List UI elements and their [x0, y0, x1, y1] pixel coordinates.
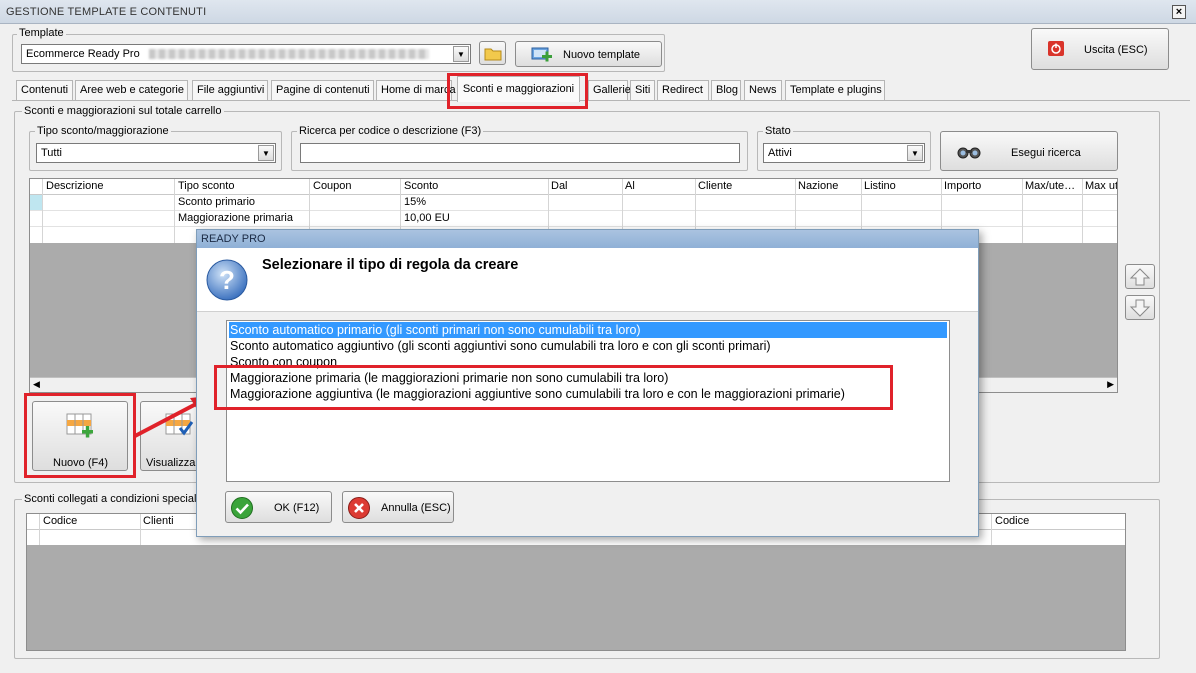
cancel-button[interactable]: Annulla (ESC)	[342, 491, 454, 523]
window-title: GESTIONE TEMPLATE E CONTENUTI	[6, 6, 207, 18]
svg-text:?: ?	[219, 265, 235, 295]
col-dal[interactable]: Dal	[551, 180, 568, 192]
question-icon: ?	[206, 259, 248, 301]
dialog-header: ? Selezionare il tipo di regola da crear…	[197, 248, 978, 312]
folder-icon	[484, 48, 502, 61]
power-icon	[1048, 41, 1064, 56]
tipo-select[interactable]: Tutti ▼	[36, 143, 276, 163]
tab-aree-web[interactable]: Aree web e categorie	[75, 80, 188, 100]
condizioni-section-label: Sconti collegati a condizioni speciali	[22, 493, 201, 505]
grid-header: Descrizione Tipo sconto Coupon Sconto Da…	[30, 179, 1117, 195]
grid-divider	[39, 514, 40, 545]
col-max-utente[interactable]: Max/ute…	[1025, 180, 1081, 192]
scroll-left-icon[interactable]: ◀	[33, 379, 40, 390]
highlight-new-button-box	[24, 393, 136, 478]
search-button-label: Esegui ricerca	[1011, 147, 1081, 159]
move-down-button[interactable]	[1125, 295, 1155, 320]
scroll-right-icon[interactable]: ▶	[1107, 379, 1114, 390]
exit-label: Uscita (ESC)	[1084, 44, 1148, 56]
cell-sconto: 15%	[404, 196, 427, 208]
cell-sconto: 10,00 EU	[404, 212, 450, 224]
view-label: Visualizza	[146, 457, 196, 469]
cell-tipo: Maggiorazione primaria	[178, 212, 293, 224]
grid-divider	[1082, 179, 1083, 243]
chevron-down-icon[interactable]: ▼	[907, 145, 923, 161]
ricerca-input[interactable]	[300, 143, 740, 163]
table-row[interactable]: Maggiorazione primaria 10,00 EU	[30, 211, 1117, 227]
grid-divider	[1022, 179, 1023, 243]
arrow-down-icon	[1129, 299, 1151, 317]
tab-news[interactable]: News	[744, 80, 782, 100]
window-titlebar: GESTIONE TEMPLATE E CONTENUTI ×	[0, 0, 1196, 24]
template-select[interactable]: Ecommerce Ready Pro ▼	[21, 44, 471, 64]
col-importo[interactable]: Importo	[944, 180, 981, 192]
highlight-maggiorazioni-box	[214, 365, 893, 410]
chevron-down-icon[interactable]: ▼	[258, 145, 274, 161]
tab-redirect[interactable]: Redirect	[657, 80, 709, 100]
cancel-label: Annulla (ESC)	[381, 502, 451, 514]
col-al[interactable]: Al	[625, 180, 635, 192]
tab-file-aggiuntivi[interactable]: File aggiuntivi	[192, 80, 268, 100]
grid-divider	[42, 179, 43, 243]
tab-pagine-contenuti[interactable]: Pagine di contenuti	[271, 80, 374, 100]
tab-contenuti[interactable]: Contenuti	[16, 80, 73, 100]
col-coupon[interactable]: Coupon	[313, 180, 352, 192]
grid-divider	[140, 514, 141, 545]
dialog-question: Selezionare il tipo di regola da creare	[262, 257, 519, 273]
close-icon[interactable]: ×	[1172, 5, 1186, 19]
col-max-ut[interactable]: Max ut	[1085, 180, 1117, 192]
stato-select[interactable]: Attivi ▼	[763, 143, 925, 163]
grid-divider	[174, 179, 175, 243]
sconti-section-label: Sconti e maggiorazioni sul totale carrel…	[22, 105, 224, 117]
arrow-up-icon	[1129, 268, 1151, 286]
move-up-button[interactable]	[1125, 264, 1155, 289]
row-indicator	[30, 195, 42, 210]
new-template-button[interactable]: Nuovo template	[515, 41, 662, 67]
tipo-label: Tipo sconto/maggiorazione	[35, 125, 171, 137]
col-codice-2[interactable]: Codice	[995, 515, 1029, 527]
list-item-sconto-primario[interactable]: Sconto automatico primario (gli sconti p…	[229, 322, 947, 338]
tab-template-plugins[interactable]: Template e plugins	[785, 80, 885, 100]
rule-type-dialog: READY PRO ? Selezionare il tipo di regol…	[196, 229, 979, 537]
ricerca-label: Ricerca per codice o descrizione (F3)	[297, 125, 484, 137]
new-template-icon	[531, 47, 552, 62]
ok-button[interactable]: OK (F12)	[225, 491, 332, 523]
table-row[interactable]: Sconto primario 15%	[30, 195, 1117, 211]
chevron-down-icon[interactable]: ▼	[453, 46, 469, 62]
tab-blog[interactable]: Blog	[711, 80, 741, 100]
col-descrizione[interactable]: Descrizione	[46, 180, 103, 192]
binoculars-icon	[957, 147, 981, 159]
list-item-sconto-aggiuntivo[interactable]: Sconto automatico aggiuntivo (gli sconti…	[229, 338, 947, 354]
highlight-tab-box	[447, 73, 588, 109]
dialog-title: READY PRO	[197, 230, 978, 248]
exit-button[interactable]: Uscita (ESC)	[1031, 28, 1169, 70]
template-group-label: Template	[17, 27, 66, 39]
tab-strip-line	[12, 100, 1190, 101]
col-tipo-sconto[interactable]: Tipo sconto	[178, 180, 234, 192]
tab-siti[interactable]: Siti	[630, 80, 655, 100]
cell-tipo: Sconto primario	[178, 196, 256, 208]
check-icon	[231, 497, 253, 519]
new-template-label: Nuovo template	[563, 49, 641, 61]
stato-label: Stato	[763, 125, 793, 137]
grid-divider	[991, 514, 992, 545]
col-clienti[interactable]: Clienti	[143, 515, 174, 527]
tab-gallerie[interactable]: Gallerie	[588, 80, 631, 100]
open-folder-button[interactable]	[479, 41, 506, 65]
col-cliente[interactable]: Cliente	[698, 180, 732, 192]
search-button[interactable]: Esegui ricerca	[940, 131, 1118, 171]
col-codice[interactable]: Codice	[43, 515, 77, 527]
col-sconto[interactable]: Sconto	[404, 180, 438, 192]
tab-home-marca[interactable]: Home di marca	[376, 80, 456, 100]
ok-label: OK (F12)	[274, 502, 320, 514]
col-listino[interactable]: Listino	[864, 180, 896, 192]
col-nazione[interactable]: Nazione	[798, 180, 838, 192]
cancel-icon	[348, 497, 370, 519]
